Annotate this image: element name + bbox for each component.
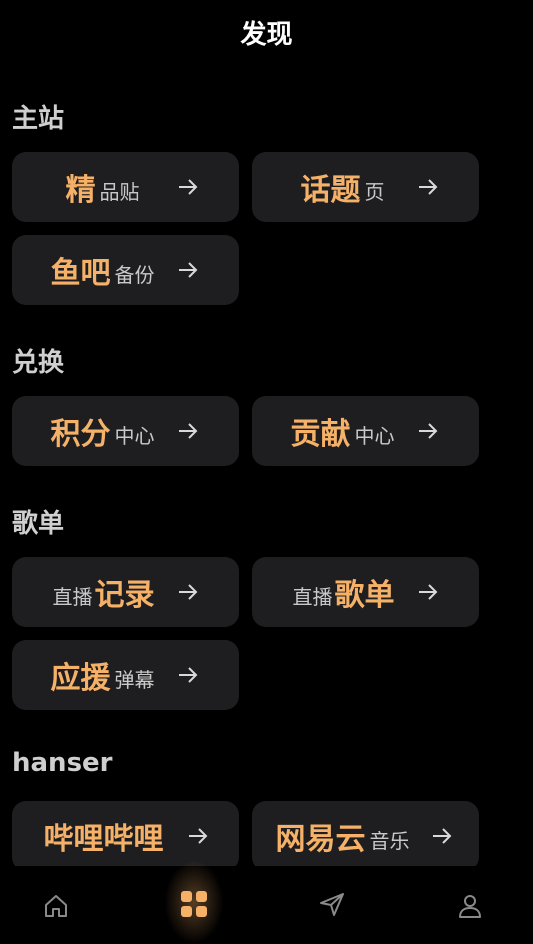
section-title-playlist: 歌单 (12, 509, 65, 539)
card-sub-label: 弹幕 (114, 667, 155, 692)
arrow-right-icon (419, 423, 438, 439)
section-title-exchange: 兑换 (12, 348, 65, 378)
arrow-right-icon (179, 179, 198, 195)
arrow-right-icon (419, 584, 438, 600)
card-contribution-center[interactable]: 贡献 中心 (252, 396, 479, 466)
arrow-right-icon (419, 179, 438, 195)
tab-home[interactable] (36, 886, 76, 926)
card-main-label: 歌单 (334, 578, 395, 613)
card-sub-label: 中心 (114, 423, 155, 448)
card-pre-label: 直播 (52, 584, 93, 609)
card-main-label: 话题 (300, 173, 361, 208)
grid-icon (181, 891, 207, 917)
section-title-hanser: hanser (12, 748, 113, 778)
page-title: 发现 (240, 20, 293, 50)
card-topics-page[interactable]: 话题 页 (252, 152, 479, 222)
card-main-label: 贡献 (290, 417, 351, 452)
card-main-label: 哔哩哔哩 (43, 822, 164, 857)
tab-send[interactable] (312, 884, 352, 924)
card-fishbar-backup[interactable]: 鱼吧 备份 (12, 235, 239, 305)
card-live-playlist[interactable]: 直播 歌单 (252, 557, 479, 627)
arrow-right-icon (179, 423, 198, 439)
arrow-right-icon (179, 667, 198, 683)
card-sub-label: 备份 (114, 262, 155, 287)
card-sub-label: 品贴 (99, 179, 140, 204)
card-main-label: 网易云 (275, 822, 366, 857)
tab-profile[interactable] (450, 886, 490, 926)
card-featured-posts[interactable]: 精 品贴 (12, 152, 239, 222)
card-sub-label: 中心 (354, 423, 395, 448)
card-main-label: 积分 (50, 417, 111, 452)
card-sub-label: 页 (364, 179, 385, 204)
send-icon (320, 893, 344, 916)
card-main-label: 记录 (94, 578, 155, 613)
home-icon (45, 895, 67, 917)
user-icon (459, 895, 481, 918)
arrow-right-icon (189, 828, 208, 844)
tab-discover[interactable] (174, 884, 214, 924)
arrow-right-icon (433, 828, 452, 844)
arrow-right-icon (179, 584, 198, 600)
card-pre-label: 直播 (292, 584, 333, 609)
card-sub-label: 音乐 (369, 828, 410, 853)
section-title-main-site: 主站 (12, 104, 65, 134)
card-netease-music[interactable]: 网易云 音乐 (252, 801, 479, 871)
card-live-records[interactable]: 直播 记录 (12, 557, 239, 627)
card-main-label: 鱼吧 (50, 256, 111, 291)
arrow-right-icon (179, 262, 198, 278)
card-main-label: 应援 (50, 661, 111, 696)
card-points-center[interactable]: 积分 中心 (12, 396, 239, 466)
card-main-label: 精 (65, 173, 96, 208)
card-support-danmaku[interactable]: 应援 弹幕 (12, 640, 239, 710)
